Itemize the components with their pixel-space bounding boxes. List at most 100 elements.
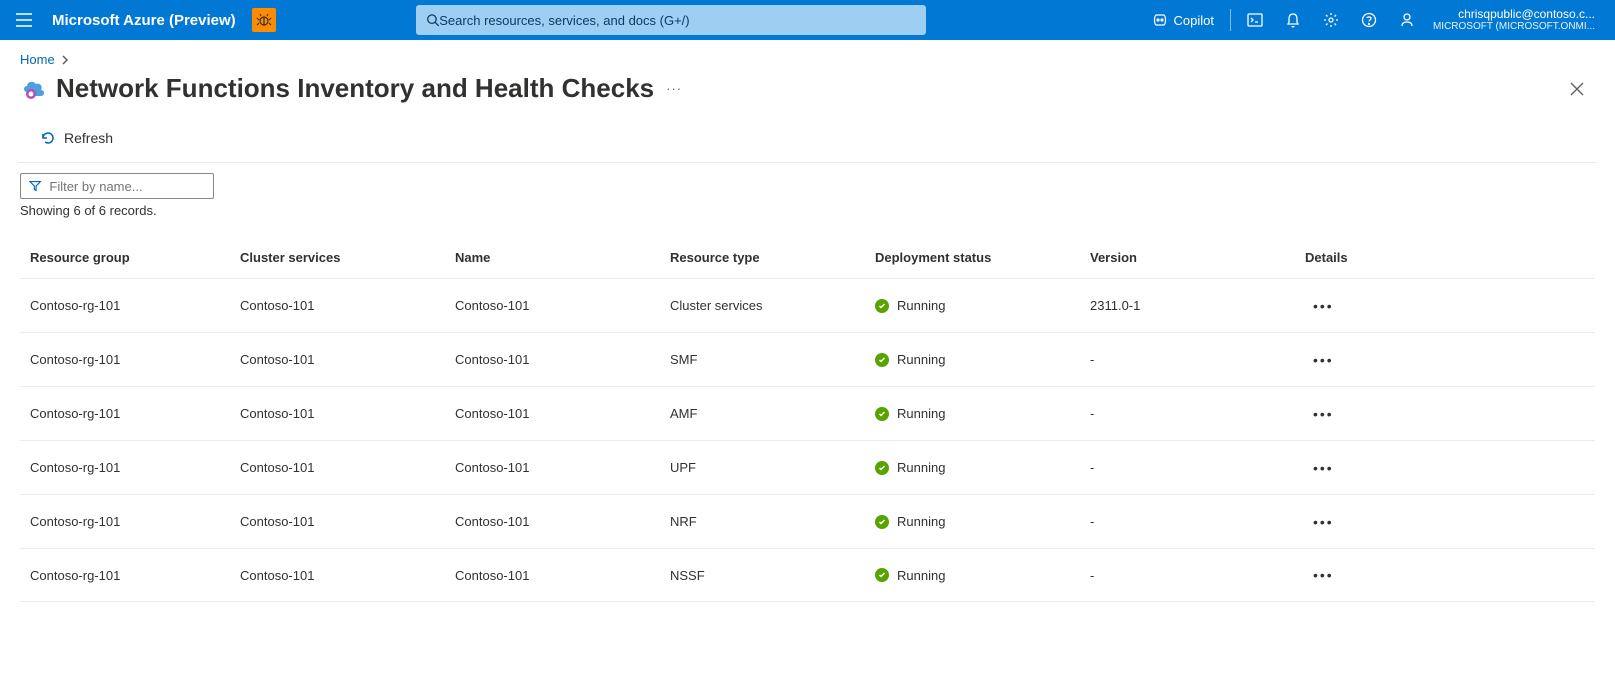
row-more-button[interactable]: •••	[1305, 348, 1342, 372]
table-row[interactable]: Contoso-rg-101Contoso-101Contoso-101AMFR…	[20, 386, 1595, 440]
status-success-icon	[875, 568, 889, 582]
title-more-button[interactable]: ···	[666, 81, 682, 96]
cell-cluster-services: Contoso-101	[240, 568, 455, 583]
col-resource-group[interactable]: Resource group	[30, 250, 240, 265]
cell-cluster-services: Contoso-101	[240, 298, 455, 313]
cell-resource-group: Contoso-rg-101	[30, 568, 240, 583]
brand-label[interactable]: Microsoft Azure (Preview)	[52, 12, 236, 29]
account-menu[interactable]: chrisqpublic@contoso.c... MICROSOFT (MIC…	[1425, 7, 1607, 33]
table-row[interactable]: Contoso-rg-101Contoso-101Contoso-101Clus…	[20, 278, 1595, 332]
filter-input[interactable]	[49, 179, 205, 194]
search-icon	[426, 13, 440, 27]
copilot-button[interactable]: Copilot	[1142, 12, 1224, 28]
cell-name: Contoso-101	[455, 568, 670, 583]
refresh-label: Refresh	[64, 130, 113, 146]
cell-resource-type: AMF	[670, 406, 875, 421]
row-more-button[interactable]: •••	[1305, 456, 1342, 480]
col-resource-type[interactable]: Resource type	[670, 250, 875, 265]
status-success-icon	[875, 407, 889, 421]
cell-details: •••	[1305, 294, 1585, 318]
row-more-button[interactable]: •••	[1305, 294, 1342, 318]
cell-details: •••	[1305, 456, 1585, 480]
cell-deployment-status: Running	[875, 514, 1090, 529]
row-more-button[interactable]: •••	[1305, 402, 1342, 426]
table-row[interactable]: Contoso-rg-101Contoso-101Contoso-101UPFR…	[20, 440, 1595, 494]
cell-resource-group: Contoso-rg-101	[30, 514, 240, 529]
search-input[interactable]	[439, 13, 915, 28]
table-row[interactable]: Contoso-rg-101Contoso-101Contoso-101NSSF…	[20, 548, 1595, 602]
cell-deployment-status: Running	[875, 352, 1090, 367]
copilot-icon	[1152, 12, 1168, 28]
refresh-button[interactable]: Refresh	[38, 126, 115, 150]
account-tenant: MICROSOFT (MICROSOFT.ONMI...	[1433, 21, 1595, 33]
cell-details: •••	[1305, 348, 1585, 372]
cell-resource-type: SMF	[670, 352, 875, 367]
command-bar: Refresh	[18, 122, 1597, 163]
cell-deployment-status: Running	[875, 406, 1090, 421]
cell-resource-group: Contoso-rg-101	[30, 352, 240, 367]
page-title: Network Functions Inventory and Health C…	[56, 73, 654, 104]
filter-box[interactable]	[20, 173, 214, 199]
search-box[interactable]	[416, 5, 926, 35]
notifications-icon[interactable]	[1275, 0, 1311, 40]
cell-name: Contoso-101	[455, 514, 670, 529]
top-bar: Microsoft Azure (Preview) Copilot	[0, 0, 1615, 40]
data-table: Resource group Cluster services Name Res…	[0, 220, 1615, 602]
cell-name: Contoso-101	[455, 460, 670, 475]
cell-cluster-services: Contoso-101	[240, 460, 455, 475]
col-deployment-status[interactable]: Deployment status	[875, 250, 1090, 265]
breadcrumb: Home	[0, 40, 1615, 71]
cell-version: -	[1090, 514, 1305, 529]
cell-name: Contoso-101	[455, 406, 670, 421]
top-icons: Copilot	[1142, 0, 1425, 40]
col-cluster-services[interactable]: Cluster services	[240, 250, 455, 265]
cell-resource-type: Cluster services	[670, 298, 875, 313]
menu-icon[interactable]	[8, 4, 40, 36]
refresh-icon	[40, 130, 56, 146]
title-row: Network Functions Inventory and Health C…	[0, 71, 1615, 122]
status-success-icon	[875, 299, 889, 313]
col-version[interactable]: Version	[1090, 250, 1305, 265]
row-more-button[interactable]: •••	[1305, 510, 1342, 534]
table-row[interactable]: Contoso-rg-101Contoso-101Contoso-101NRFR…	[20, 494, 1595, 548]
breadcrumb-home[interactable]: Home	[20, 52, 55, 67]
cell-details: •••	[1305, 402, 1585, 426]
cell-version: 2311.0-1	[1090, 298, 1305, 313]
chevron-right-icon	[61, 55, 69, 65]
records-count: Showing 6 of 6 records.	[20, 203, 1595, 218]
cell-name: Contoso-101	[455, 298, 670, 313]
cell-cluster-services: Contoso-101	[240, 514, 455, 529]
cell-resource-type: NSSF	[670, 568, 875, 583]
divider	[1230, 9, 1231, 31]
cell-resource-group: Contoso-rg-101	[30, 460, 240, 475]
cell-version: -	[1090, 406, 1305, 421]
filter-icon	[29, 180, 41, 192]
cell-resource-type: UPF	[670, 460, 875, 475]
account-email: chrisqpublic@contoso.c...	[1458, 7, 1595, 21]
feedback-icon[interactable]	[1389, 0, 1425, 40]
cell-version: -	[1090, 352, 1305, 367]
close-icon[interactable]	[1563, 75, 1591, 103]
filter-row: Showing 6 of 6 records.	[0, 163, 1615, 220]
help-icon[interactable]	[1351, 0, 1387, 40]
settings-icon[interactable]	[1313, 0, 1349, 40]
row-more-button[interactable]: •••	[1305, 563, 1342, 587]
cell-deployment-status: Running	[875, 568, 1090, 583]
cell-version: -	[1090, 460, 1305, 475]
cell-resource-group: Contoso-rg-101	[30, 406, 240, 421]
cloud-shell-icon[interactable]	[1237, 0, 1273, 40]
search-wrapper	[416, 5, 926, 35]
col-details[interactable]: Details	[1305, 250, 1585, 265]
status-success-icon	[875, 461, 889, 475]
cell-cluster-services: Contoso-101	[240, 406, 455, 421]
preview-bug-icon[interactable]	[252, 8, 276, 32]
cell-cluster-services: Contoso-101	[240, 352, 455, 367]
cell-details: •••	[1305, 510, 1585, 534]
status-success-icon	[875, 353, 889, 367]
cell-resource-group: Contoso-rg-101	[30, 298, 240, 313]
cell-name: Contoso-101	[455, 352, 670, 367]
cell-details: •••	[1305, 563, 1585, 587]
cell-version: -	[1090, 568, 1305, 583]
table-row[interactable]: Contoso-rg-101Contoso-101Contoso-101SMFR…	[20, 332, 1595, 386]
col-name[interactable]: Name	[455, 250, 670, 265]
